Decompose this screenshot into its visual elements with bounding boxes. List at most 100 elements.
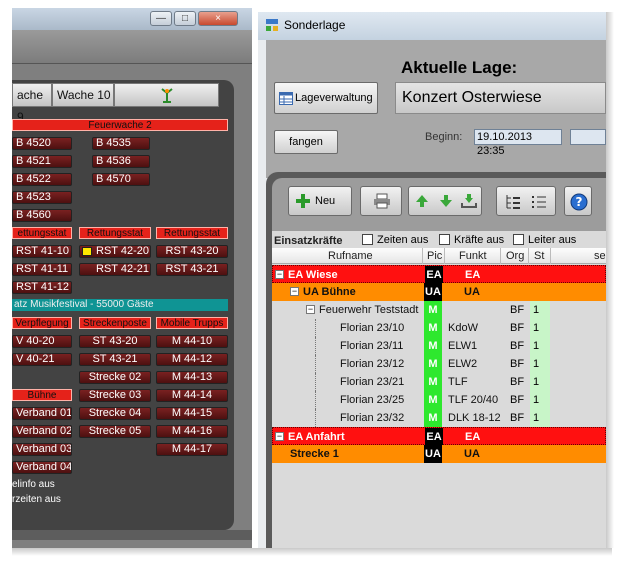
- row-status: [531, 428, 551, 446]
- unit-button[interactable]: Strecke 05: [79, 425, 151, 438]
- tab-wache-10[interactable]: Wache 10: [52, 83, 114, 107]
- row-status: [531, 266, 551, 284]
- tab-antenna[interactable]: [114, 83, 219, 107]
- row-pic-badge: EA: [425, 428, 443, 446]
- table-row[interactable]: Florian 23/12 M ELW2 BF 1: [272, 355, 606, 373]
- help-button[interactable]: ?: [564, 186, 592, 216]
- unit-button[interactable]: Strecke 04: [79, 407, 151, 420]
- row-funkt: TLF: [448, 376, 468, 388]
- maximize-button[interactable]: □: [174, 11, 196, 26]
- collapse-icon[interactable]: −: [275, 432, 284, 441]
- unit-button[interactable]: Verband 01: [12, 407, 72, 420]
- unit-button[interactable]: M 44-14: [156, 389, 228, 402]
- section-rettungsstation: ettungsstat: [12, 227, 72, 239]
- row-status: 1: [530, 355, 550, 373]
- unit-button[interactable]: M 44-12: [156, 353, 228, 366]
- unit-button[interactable]: Verband 03: [12, 443, 72, 456]
- unit-button[interactable]: M 44-13: [156, 371, 228, 384]
- table-row[interactable]: − Feuerwehr Teststadt M BF 1: [272, 301, 606, 319]
- end-field[interactable]: [570, 129, 606, 145]
- unit-button[interactable]: RST 43-21: [156, 263, 228, 276]
- unit-button[interactable]: B 4536: [92, 155, 150, 168]
- table-row[interactable]: Florian 23/21 M TLF BF 1: [272, 373, 606, 391]
- list-icon[interactable]: [531, 194, 547, 209]
- unit-button[interactable]: B 4560: [12, 209, 72, 222]
- col-st[interactable]: St: [534, 250, 544, 262]
- sonderlage-window: Sonderlage Lageverwaltung fangen Aktuell…: [258, 12, 606, 548]
- unit-button[interactable]: B 4521: [12, 155, 72, 168]
- unit-button[interactable]: RST 43-20: [156, 245, 228, 258]
- footer-zeiten-toggle[interactable]: rzeiten aus: [12, 494, 61, 505]
- unit-button[interactable]: M 44-16: [156, 425, 228, 438]
- footer-info-toggle[interactable]: elinfo aus: [12, 479, 55, 490]
- unit-button[interactable]: Verband 02: [12, 425, 72, 438]
- unit-button[interactable]: RST 41-10: [12, 245, 72, 258]
- col-pic[interactable]: Pic: [427, 250, 442, 262]
- minimize-button[interactable]: —: [150, 11, 172, 26]
- unit-button[interactable]: B 4535: [92, 137, 150, 150]
- current-lage-field[interactable]: Konzert Osterwiese: [395, 82, 606, 114]
- table-row[interactable]: Florian 23/25 M TLF 20/40 BF 1: [272, 391, 606, 409]
- collapse-icon[interactable]: −: [275, 270, 284, 279]
- unit-button[interactable]: B 4570: [92, 173, 150, 186]
- table-row[interactable]: − UA Bühne UA UA: [272, 283, 606, 301]
- section-feuerwache: Feuerwache 2: [12, 119, 228, 131]
- plus-icon: [296, 194, 310, 208]
- unit-button[interactable]: Strecke 02: [79, 371, 151, 384]
- col-sei[interactable]: sei: [594, 250, 606, 262]
- row-rufname: Florian 23/25: [340, 394, 405, 406]
- neu-button[interactable]: Neu: [288, 186, 352, 216]
- unit-button[interactable]: M 44-10: [156, 335, 228, 348]
- kraefte-label: Kräfte aus: [454, 234, 505, 246]
- row-funkt: EA: [465, 269, 481, 281]
- tab-wache-9[interactable]: ache 9: [12, 83, 52, 124]
- unit-button[interactable]: RST 42-21: [79, 263, 151, 276]
- row-funkt: KdoW: [448, 322, 478, 334]
- row-funkt: DLK 18-12: [448, 412, 501, 424]
- row-pic-badge: M: [424, 319, 442, 337]
- row-org: BF: [510, 358, 525, 370]
- close-button[interactable]: ×: [198, 11, 238, 26]
- unit-button[interactable]: ST 43-20: [79, 335, 151, 348]
- tree-expand-icon[interactable]: [505, 194, 521, 209]
- kraefte-checkbox[interactable]: Kräfte aus: [439, 234, 504, 246]
- begin-field[interactable]: 19.10.2013 23:35: [474, 129, 562, 157]
- leiter-checkbox[interactable]: Leiter aus: [513, 234, 576, 246]
- unit-button[interactable]: ST 43-21: [79, 353, 151, 366]
- table-row[interactable]: Florian 23/11 M ELW1 BF 1: [272, 337, 606, 355]
- row-status: [530, 445, 550, 463]
- table-row[interactable]: Florian 23/10 M KdoW BF 1: [272, 319, 606, 337]
- col-rufname[interactable]: Rufname: [328, 250, 373, 262]
- table-row[interactable]: Strecke 1 UA UA: [272, 445, 606, 463]
- unit-button[interactable]: RST 41-12: [12, 281, 72, 294]
- unit-button[interactable]: B 4522: [12, 173, 72, 186]
- unit-button[interactable]: V 40-20: [12, 335, 72, 348]
- unit-button[interactable]: RST 41-11: [12, 263, 72, 276]
- col-org[interactable]: Org: [506, 250, 524, 262]
- unit-button[interactable]: V 40-21: [12, 353, 72, 366]
- arrow-down-icon[interactable]: [439, 194, 453, 208]
- unit-button[interactable]: M 44-15: [156, 407, 228, 420]
- leiter-label: Leiter aus: [528, 234, 577, 246]
- fangen-button[interactable]: fangen: [274, 130, 338, 154]
- unit-button[interactable]: B 4523: [12, 191, 72, 204]
- col-funkt[interactable]: Funkt: [459, 250, 487, 262]
- download-icon[interactable]: [461, 194, 477, 208]
- collapse-icon[interactable]: −: [290, 287, 299, 296]
- row-pic-badge: M: [424, 409, 442, 427]
- event-banner: atz Musikfestival - 55000 Gäste: [12, 299, 228, 311]
- unit-button[interactable]: Strecke 03: [79, 389, 151, 402]
- lageverwaltung-button[interactable]: Lageverwaltung: [274, 82, 378, 114]
- table-row[interactable]: Florian 23/32 M DLK 18-12 BF 1: [272, 409, 606, 427]
- print-button[interactable]: [360, 186, 402, 216]
- arrow-up-icon[interactable]: [415, 194, 429, 208]
- row-rufname: Florian 23/11: [340, 340, 404, 352]
- table-row[interactable]: − EA Wiese EA EA: [272, 265, 606, 284]
- zeiten-checkbox[interactable]: Zeiten aus: [362, 234, 428, 246]
- unit-button[interactable]: Verband 04: [12, 461, 72, 474]
- collapse-icon[interactable]: −: [306, 305, 315, 314]
- unit-button[interactable]: B 4520: [12, 137, 72, 150]
- table-row[interactable]: − EA Anfahrt EA EA: [272, 427, 606, 446]
- unit-button[interactable]: M 44-17: [156, 443, 228, 456]
- antenna-icon: [160, 88, 173, 103]
